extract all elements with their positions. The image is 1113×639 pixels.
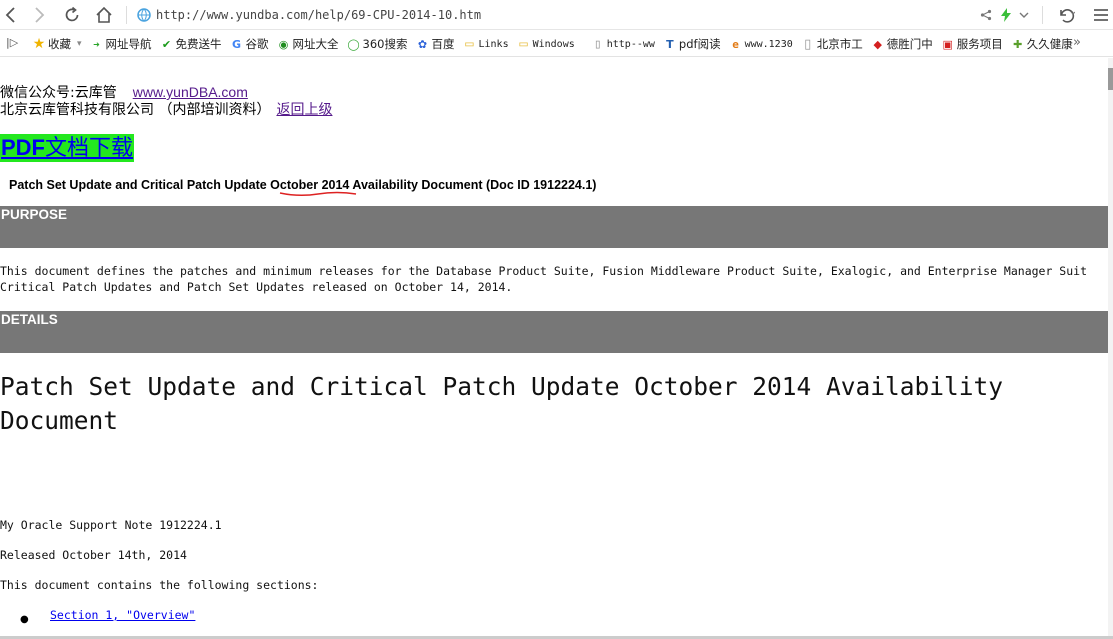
- pdf-icon: T: [666, 37, 674, 51]
- scrollbar-thumb[interactable]: [1108, 68, 1113, 90]
- main-title: Patch Set Update and Critical Patch Upda…: [0, 372, 1004, 435]
- chevron-down-icon: ▾: [77, 39, 82, 49]
- site-icon: [137, 8, 151, 22]
- scrollbar[interactable]: [1108, 58, 1113, 639]
- ie-icon: e: [732, 37, 739, 51]
- shield-icon: ✔: [161, 37, 172, 51]
- page-icon: ▯: [804, 36, 812, 52]
- health-icon: ✚: [1013, 37, 1023, 51]
- address-bar[interactable]: http://www.yundba.com/help/69-CPU-2014-1…: [126, 4, 970, 26]
- page-content: 微信公众号:云库管 www.yunDBA.com 北京云库管科技有限公司 （内部培…: [0, 58, 1108, 639]
- folder-icon: ▭: [519, 36, 528, 52]
- undo-icon[interactable]: [1055, 4, 1077, 26]
- release-date: Released October 14th, 2014: [0, 548, 187, 562]
- bookmark-services[interactable]: ▣ 服务项目: [941, 34, 1003, 54]
- google-icon: G: [232, 37, 242, 51]
- bookmark-favorites[interactable]: ★ 收藏 ▾: [32, 34, 82, 54]
- back-link[interactable]: 返回上级: [276, 102, 332, 118]
- pdf-download-link[interactable]: PDF文档下载: [1, 135, 134, 161]
- details-header: DETAILS: [0, 311, 1108, 353]
- bookmark-pdf[interactable]: T pdf阅读: [663, 34, 720, 54]
- bookmark-site-directory[interactable]: ◉ 网址大全: [277, 34, 339, 54]
- share-icon[interactable]: [978, 4, 994, 26]
- nav-icon: ➜: [93, 39, 100, 49]
- lightning-icon[interactable]: [998, 4, 1014, 26]
- purpose-header: PURPOSE: [0, 206, 1108, 248]
- purpose-line: Critical Patch Updates and Patch Set Upd…: [0, 280, 513, 294]
- pdf-link-bold: PDF: [1, 135, 45, 160]
- bookmark-nav[interactable]: ➜ 网址导航: [90, 34, 151, 54]
- bookmark-health[interactable]: ✚ 久久健康: [1011, 34, 1073, 54]
- baidu-icon: ✿: [417, 37, 428, 51]
- doc-title-part: Availability Document (Doc ID 1912224.1): [349, 178, 597, 192]
- reload-icon[interactable]: [61, 4, 83, 26]
- support-note: My Oracle Support Note 1912224.1: [0, 518, 222, 532]
- doc-title-date: October 2014: [270, 178, 350, 192]
- document-title: Patch Set Update and Critical Patch Upda…: [9, 178, 596, 192]
- globe-icon: ◉: [278, 37, 289, 51]
- bookmark-baidu[interactable]: ✿ 百度: [415, 34, 455, 54]
- bookmark-windows[interactable]: ▭ Windows: [517, 34, 574, 54]
- bookmark-links[interactable]: ▭ Links: [462, 34, 508, 54]
- service-icon: ▣: [942, 37, 953, 51]
- bullet-icon: ●: [20, 614, 29, 625]
- spellcheck-underline: [279, 191, 357, 197]
- doc-title-part: Patch Set Update and Critical Patch Upda…: [9, 178, 271, 192]
- divider: [126, 6, 127, 24]
- purpose-text: This document defines the patches and mi…: [0, 263, 1087, 295]
- bookmarks-bar: |▷ ★ 收藏 ▾ ➜ 网址导航 ✔ 免费送牛 G 谷歌 ◉ 网址大全 ◯ 36…: [0, 31, 1113, 57]
- forward-icon[interactable]: [28, 4, 50, 26]
- bookmark-google[interactable]: G 谷歌: [230, 34, 269, 54]
- site-link[interactable]: www.yunDBA.com: [133, 84, 248, 100]
- browser-toolbar: http://www.yundba.com/help/69-CPU-2014-1…: [0, 0, 1113, 30]
- sidebar-toggle-icon[interactable]: |▷: [6, 36, 18, 49]
- star-icon: ★: [32, 36, 46, 52]
- bookmark-1230[interactable]: e www.1230: [729, 34, 792, 54]
- 360-icon: ◯: [347, 37, 360, 51]
- menu-icon[interactable]: [1092, 4, 1110, 26]
- purpose-line: This document defines the patches and mi…: [0, 264, 1088, 278]
- divider: [1042, 6, 1043, 24]
- pdf-link-rest: 文档下载: [45, 136, 134, 161]
- header-line-2: 北京云库管科技有限公司 （内部培训资料） 返回上级: [0, 99, 332, 119]
- pdf-download: PDF文档下载: [0, 134, 135, 162]
- bookmark-360[interactable]: ◯ 360搜索: [347, 34, 407, 54]
- company-label: 北京云库管科技有限公司 （内部培训资料）: [0, 102, 271, 118]
- contents-intro: This document contains the following sec…: [0, 578, 319, 592]
- folder-icon: ▭: [465, 36, 474, 52]
- url-text: http://www.yundba.com/help/69-CPU-2014-1…: [156, 8, 482, 22]
- page-icon: ▯: [593, 36, 602, 52]
- home-icon[interactable]: [93, 4, 115, 26]
- toc-link-overview[interactable]: Section 1, "Overview": [50, 608, 195, 622]
- diamond-icon: ◆: [873, 37, 882, 51]
- bookmark-free[interactable]: ✔ 免费送牛: [160, 34, 222, 54]
- bookmark-beijing[interactable]: ▯ 北京市工: [801, 34, 863, 54]
- more-bookmarks-icon[interactable]: »: [1073, 35, 1081, 50]
- back-icon[interactable]: [0, 4, 22, 26]
- bookmark-http[interactable]: ▯ http--ww: [591, 34, 655, 54]
- bookmark-deshengmen[interactable]: ◆ 德胜门中: [871, 34, 933, 54]
- chevron-down-icon[interactable]: [1017, 4, 1031, 26]
